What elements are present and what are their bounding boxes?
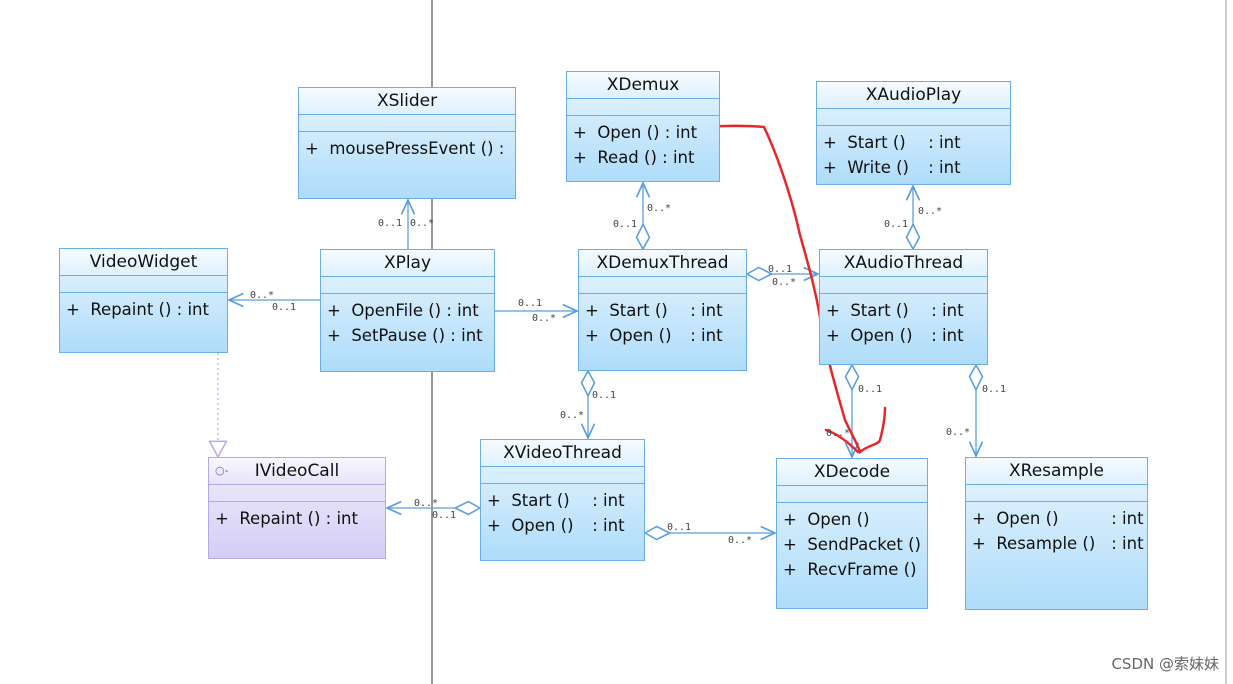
method: + Write () : int [823, 158, 961, 177]
attributes-compartment [209, 485, 385, 502]
attributes-compartment [60, 276, 227, 293]
method: + Repaint () : int [215, 509, 358, 528]
methods-compartment: + Start () : int + Open () : int [481, 484, 644, 542]
methods-compartment: + mousePressEvent () : [299, 132, 515, 165]
multiplicity-label: 0..* [647, 203, 672, 214]
class-name: XDemuxThread [579, 250, 746, 277]
class-title: VideoWidget [89, 252, 198, 272]
methods-compartment: + Repaint () : int [60, 293, 227, 326]
class-name: XVideoThread [481, 440, 644, 467]
attributes-compartment [481, 467, 644, 484]
multiplicity-label: 0..* [946, 427, 971, 438]
attributes-compartment [966, 485, 1147, 502]
class-xaudioplay[interactable]: XAudioPlay + Start () : int + Write () : i… [816, 81, 1011, 185]
method: + Open () : int [585, 326, 723, 345]
method: + SetPause () : int [327, 326, 483, 345]
class-title: XDemuxThread [596, 253, 729, 273]
multiplicity-label: 0..* [728, 535, 753, 546]
methods-compartment: + Start () : int + Open () : int [820, 294, 987, 352]
attributes-compartment [299, 115, 515, 132]
multiplicity-label: 0..1 [272, 302, 297, 313]
class-xdemux[interactable]: XDemux + Open () : int + Read () : int [566, 71, 720, 182]
method: + Open () : int [826, 326, 964, 345]
attributes-compartment [817, 109, 1010, 126]
watermark: CSDN @索妹妹 [1111, 655, 1219, 673]
methods-compartment: + Open () : int + Read () : int [567, 116, 719, 174]
multiplicity-label: 0..1 [982, 384, 1007, 395]
methods-compartment: + Repaint () : int [209, 502, 385, 535]
class-xvideothread[interactable]: XVideoThread + Start () : int + Open () : … [480, 439, 645, 561]
class-name: XAudioPlay [817, 82, 1010, 109]
method: + Open () : int [487, 516, 625, 535]
attributes-compartment [820, 277, 987, 294]
methods-compartment: + Open () + SendPacket () + RecvFrame () [777, 503, 927, 586]
method: + RecvFrame () [783, 560, 917, 579]
class-name: XSlider [299, 88, 515, 115]
method: + Open () : int [972, 509, 1144, 528]
class-title: IVideoCall [254, 461, 340, 481]
attributes-compartment [567, 99, 719, 116]
multiplicity-label: 0..1 [858, 384, 883, 395]
method: + Repaint () : int [66, 300, 209, 319]
class-title: XPlay [383, 253, 432, 273]
class-xdemuxthread[interactable]: XDemuxThread + Start () : int + Open () : … [578, 249, 747, 371]
method: + Start () : int [823, 133, 961, 152]
multiplicity-label: 0..* [414, 498, 439, 509]
multiplicity-label: 0..* [410, 218, 435, 229]
method: + Read () : int [573, 148, 695, 167]
method: + Resample () : int [972, 534, 1144, 553]
class-name: XResample [966, 458, 1147, 485]
class-xplay[interactable]: XPlay + OpenFile () : int + SetPause () : … [320, 249, 495, 372]
class-name: XDecode [777, 459, 927, 486]
method: + SendPacket () [783, 535, 921, 554]
class-name: XDemux [567, 72, 719, 99]
multiplicity-label: 0..1 [667, 522, 692, 533]
class-name: VideoWidget [60, 249, 227, 276]
multiplicity-label: 0..1 [592, 390, 617, 401]
method: + mousePressEvent () : [305, 139, 505, 158]
class-title: XVideoThread [503, 443, 622, 463]
multiplicity-label: 0..* [772, 277, 797, 288]
multiplicity-label: 0..1 [432, 510, 457, 521]
class-ivideocall[interactable]: ○- IVideoCall + Repaint () : int [208, 457, 386, 559]
attributes-compartment [579, 277, 746, 294]
method: + Start () : int [585, 301, 723, 320]
multiplicity-label: 0..* [918, 206, 943, 217]
methods-compartment: + Start () : int + Write () : int [817, 126, 1010, 184]
class-xaudiothread[interactable]: XAudioThread + Start () : int + Open () : … [819, 249, 988, 365]
multiplicity-label: 0..* [532, 313, 557, 324]
class-title: XDecode [813, 462, 891, 482]
methods-compartment: + OpenFile () : int + SetPause () : int [321, 294, 494, 352]
class-title: XResample [1009, 461, 1104, 481]
class-name: ○- IVideoCall [209, 458, 385, 485]
multiplicity-label: 0..1 [884, 219, 909, 230]
method: + Open () [783, 510, 870, 529]
multiplicity-label: 0..1 [518, 298, 543, 309]
class-title: XDemux [606, 75, 680, 95]
class-videowidget[interactable]: VideoWidget + Repaint () : int [59, 248, 228, 353]
multiplicity-label: 0..1 [768, 264, 793, 275]
class-title: XSlider [376, 91, 438, 111]
multiplicity-label: 0..* [560, 410, 585, 421]
method: + OpenFile () : int [327, 301, 479, 320]
class-xslider[interactable]: XSlider + mousePressEvent () : [298, 87, 516, 199]
multiplicity-label: 0..* [826, 428, 851, 439]
methods-compartment: + Open () : int + Resample () : int [966, 502, 1147, 560]
multiplicity-label: 0..1 [613, 219, 638, 230]
method: + Start () : int [487, 491, 625, 510]
class-title: XAudioThread [843, 253, 964, 273]
interface-icon: ○- [215, 464, 229, 477]
method: + Open () : int [573, 123, 698, 142]
class-title: XAudioPlay [865, 85, 962, 105]
class-xresample[interactable]: XResample + Open () : int + Resample () : … [965, 457, 1148, 610]
methods-compartment: + Start () : int + Open () : int [579, 294, 746, 352]
multiplicity-label: 0..* [250, 290, 275, 301]
class-xdecode[interactable]: XDecode + Open () + SendPacket () + RecvFra… [776, 458, 928, 609]
attributes-compartment [321, 277, 494, 294]
multiplicity-label: 0..1 [378, 218, 403, 229]
class-name: XPlay [321, 250, 494, 277]
class-name: XAudioThread [820, 250, 987, 277]
method: + Start () : int [826, 301, 964, 320]
attributes-compartment [777, 486, 927, 503]
